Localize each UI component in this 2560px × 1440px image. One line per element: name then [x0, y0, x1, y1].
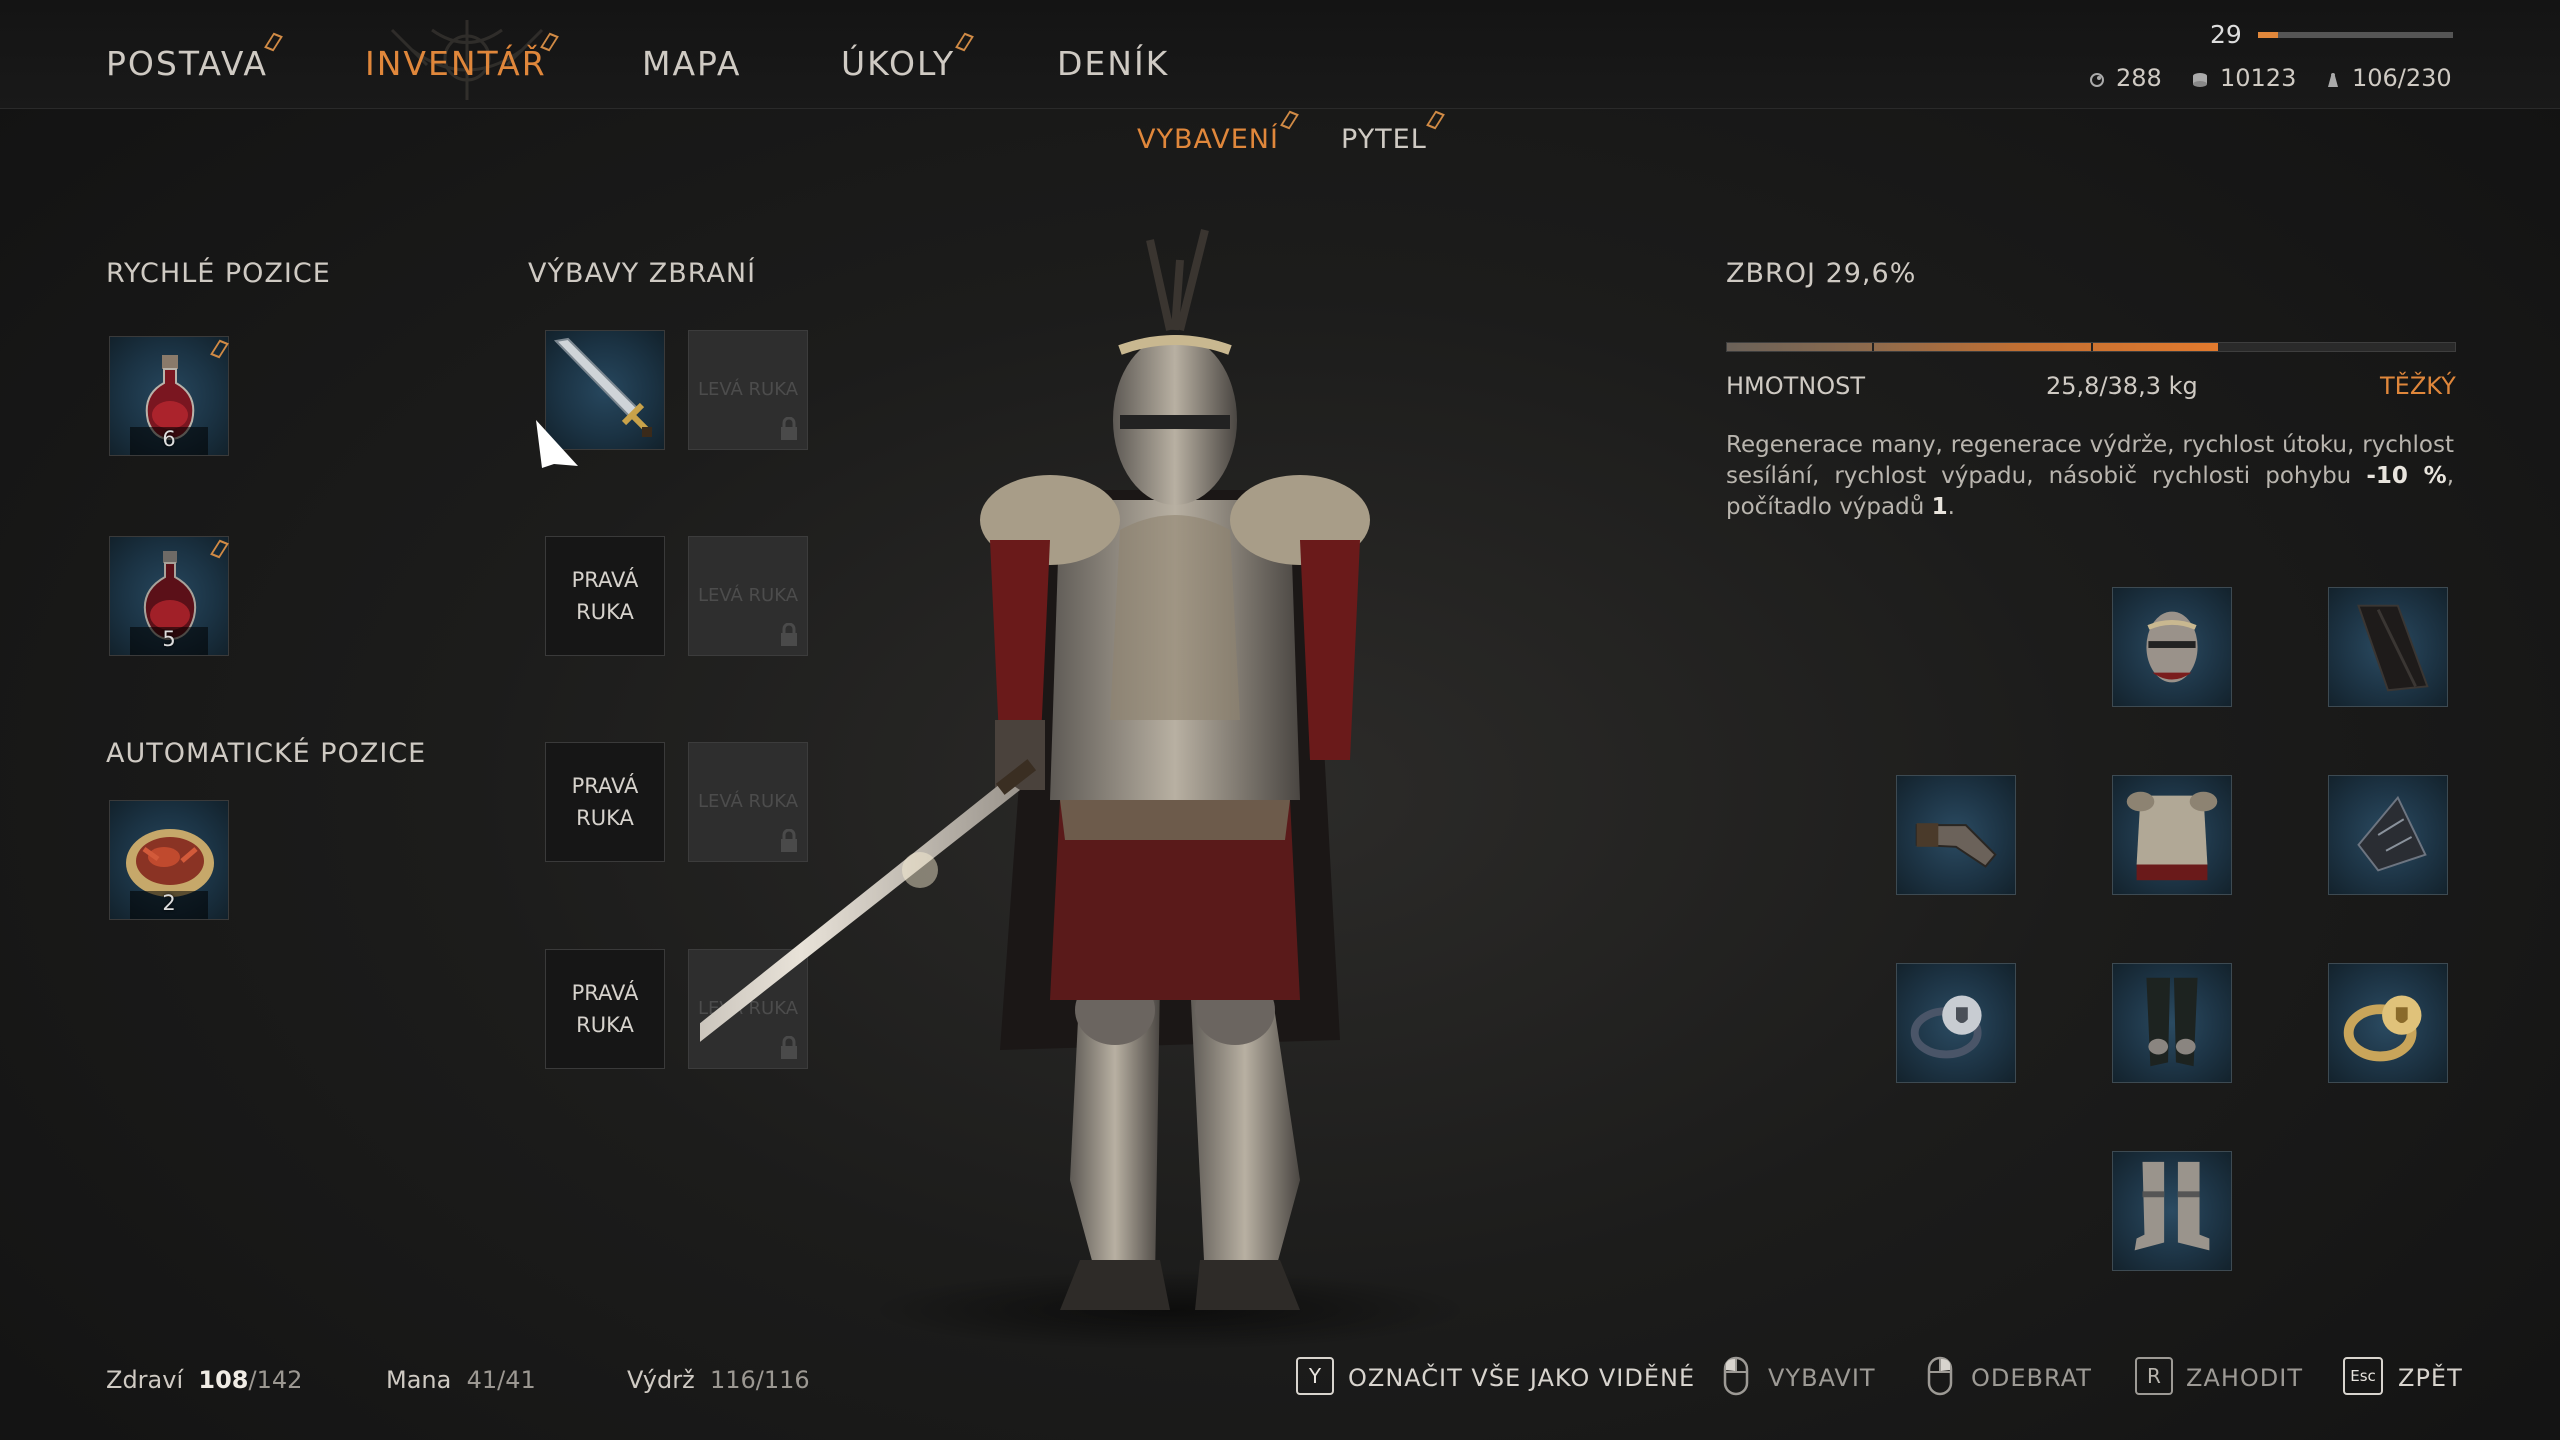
new-indicator-icon	[266, 34, 278, 46]
chest-armor-icon	[2126, 791, 2218, 881]
key-esc-icon: Esc	[2343, 1357, 2383, 1395]
coins-icon	[2193, 73, 2207, 87]
new-indicator-icon	[542, 34, 554, 46]
souls-value: 288	[2116, 64, 2162, 92]
helmet-icon	[2146, 611, 2198, 683]
new-indicator-icon	[1428, 112, 1440, 124]
new-indicator-icon	[212, 341, 224, 353]
health-label: Zdraví	[106, 1366, 184, 1394]
armor-title: ZBROJ 29,6%	[1726, 258, 1917, 289]
description-text: Regenerace many, regenerace výdrže, rych…	[1726, 432, 2454, 489]
key-y-icon: Y	[1296, 1357, 1334, 1395]
weapon-slot-right-2[interactable]: PRAVÁ RUKA	[545, 536, 665, 656]
weight-bar-divider	[2091, 343, 2093, 351]
cursor-icon	[536, 420, 578, 468]
key-r-icon: R	[2135, 1357, 2173, 1395]
gold-value: 10123	[2220, 64, 2297, 92]
tab-mapa[interactable]: MAPA	[642, 44, 741, 83]
mana-label: Mana	[386, 1366, 452, 1394]
tab-postava[interactable]: POSTAVA	[106, 44, 268, 83]
player-level: 29	[2210, 20, 2242, 49]
equip-slot-helmet[interactable]	[2112, 587, 2232, 707]
new-indicator-icon	[957, 34, 969, 46]
quick-slot-2[interactable]: 5	[109, 536, 229, 656]
xp-bar	[2258, 32, 2453, 38]
item-count: 6	[162, 427, 176, 451]
health-stat: Zdraví 108/142	[106, 1366, 302, 1394]
quick-slot-1[interactable]: 6	[109, 336, 229, 456]
new-indicator-icon	[1282, 112, 1294, 124]
weapon-slot-right-3[interactable]: PRAVÁ RUKA	[545, 742, 665, 862]
equip-slot-cape[interactable]	[2328, 587, 2448, 707]
stamina-value: 116/116	[709, 1366, 810, 1394]
equip-slot-ring-left[interactable]	[1896, 963, 2016, 1083]
equip-slot-gloves[interactable]	[1896, 775, 2016, 895]
subtab-pytel[interactable]: PYTEL	[1341, 124, 1427, 155]
auto-slot-1[interactable]: 2	[109, 800, 229, 920]
load-value: 106/230	[2352, 64, 2452, 92]
boots-icon	[2134, 1161, 2210, 1251]
tab-ukoly[interactable]: ÚKOLY	[841, 44, 955, 83]
weight-class: TĚŽKÝ	[2380, 372, 2456, 400]
gauntlet-icon	[1915, 823, 1997, 868]
xp-bar-fill	[2258, 32, 2278, 38]
stamina-label: Výdrž	[627, 1366, 695, 1394]
weight-value: 25,8/38,3 kg	[2046, 372, 2198, 400]
weight-icon	[2328, 73, 2338, 87]
mana-stat: Mana 41/41	[386, 1366, 536, 1394]
new-indicator-icon	[212, 541, 224, 553]
right-hand-label: PRAVÁ RUKA	[571, 568, 639, 624]
leg-armor-icon	[2146, 977, 2198, 1067]
armor-description: Regenerace many, regenerace výdrže, rych…	[1726, 430, 2454, 523]
description-bold: -10 %	[2366, 463, 2447, 489]
cape-icon	[2357, 604, 2429, 692]
mouse-right-icon	[1927, 1356, 1953, 1396]
health-current: 108	[198, 1366, 249, 1394]
gold-stat: 10123	[2190, 64, 2296, 92]
item-count: 2	[162, 891, 176, 915]
description-text: .	[1947, 494, 1955, 520]
tab-denik[interactable]: DENÍK	[1057, 44, 1169, 83]
equip-slot-boots[interactable]	[2112, 1151, 2232, 1271]
mouse-left-icon	[1723, 1356, 1749, 1396]
stamina-stat: Výdrž 116/116	[627, 1366, 810, 1394]
equip-button[interactable]: VYBAVIT	[1768, 1364, 1876, 1392]
back-button[interactable]: ZPĚT	[2398, 1364, 2463, 1392]
weapon-slot-right-4[interactable]: PRAVÁ RUKA	[545, 949, 665, 1069]
drop-button[interactable]: ZAHODIT	[2186, 1364, 2303, 1392]
right-hand-label: PRAVÁ RUKA	[571, 774, 639, 830]
auto-slots-title: AUTOMATICKÉ POZICE	[106, 738, 427, 769]
character-model	[700, 229, 1470, 1350]
equip-slot-legs[interactable]	[2112, 963, 2232, 1083]
weight-bar-fill	[1727, 343, 2218, 351]
gold-ring-icon	[2343, 995, 2422, 1062]
equip-slot-chest[interactable]	[2112, 775, 2232, 895]
unequip-button[interactable]: ODEBRAT	[1971, 1364, 2092, 1392]
weight-label: HMOTNOST	[1726, 372, 1866, 400]
subtab-vybaveni[interactable]: VYBAVENÍ	[1137, 124, 1279, 155]
weight-bar-divider	[1872, 343, 1874, 351]
mana-value: 41/41	[466, 1366, 536, 1394]
equip-slot-amulet[interactable]	[2328, 775, 2448, 895]
top-bar: POSTAVA INVENTÁŘ MAPA ÚKOLY DENÍK 29 288…	[0, 0, 2560, 109]
quick-slots-title: RYCHLÉ POZICE	[106, 258, 331, 289]
souls-icon	[2090, 73, 2104, 87]
load-stat: 106/230	[2324, 64, 2452, 92]
right-hand-label: PRAVÁ RUKA	[571, 981, 639, 1037]
health-max: /142	[248, 1366, 303, 1394]
tab-inventar[interactable]: INVENTÁŘ	[365, 44, 547, 83]
weight-bar	[1726, 342, 2456, 352]
mark-all-seen-button[interactable]: OZNAČIT VŠE JAKO VIDĚNÉ	[1348, 1364, 1695, 1392]
souls-stat: 288	[2088, 64, 2162, 92]
equip-slot-ring-right[interactable]	[2328, 963, 2448, 1083]
item-count: 5	[162, 627, 176, 651]
description-bold: 1	[1931, 494, 1948, 520]
ring-shield-icon	[1910, 995, 1982, 1059]
rune-stone-icon	[2357, 795, 2427, 872]
